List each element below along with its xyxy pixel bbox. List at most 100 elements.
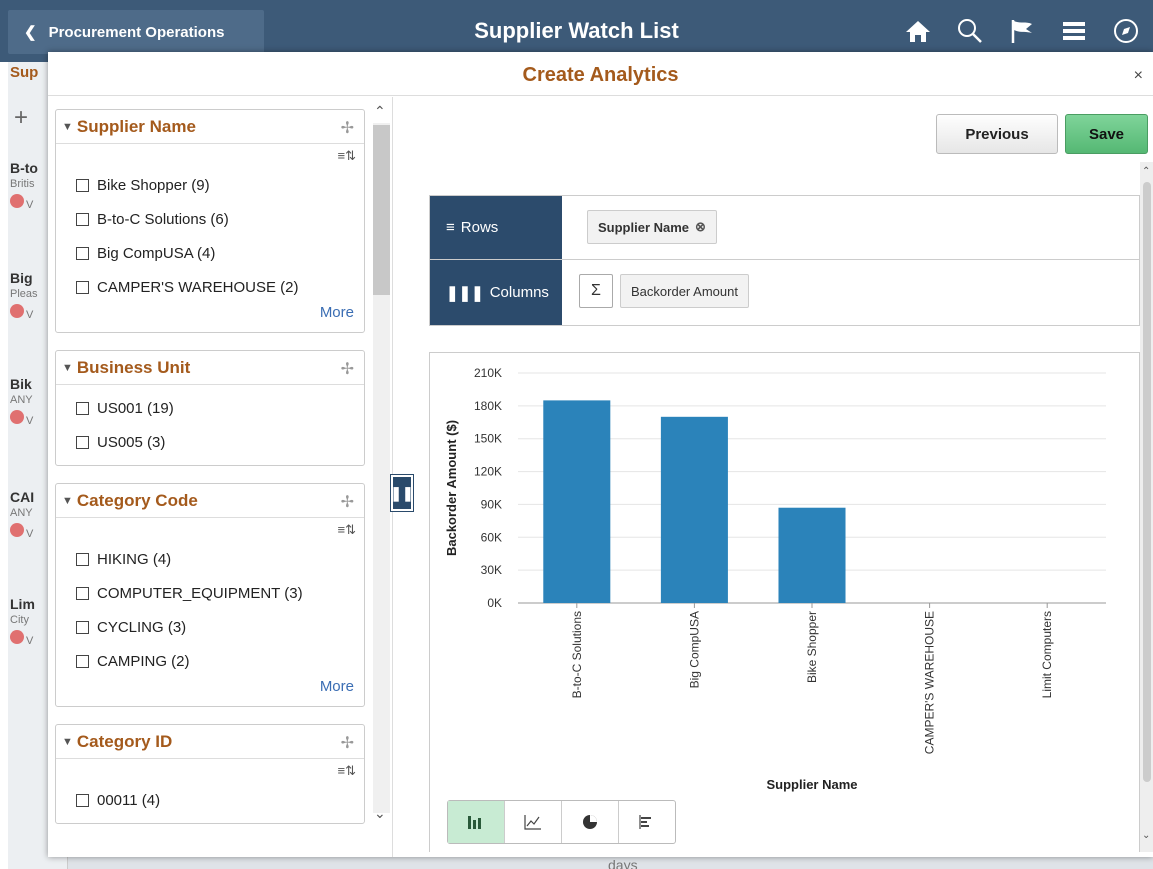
chevron-left-icon: ❮ <box>24 24 37 41</box>
background-text: days <box>608 857 638 869</box>
add-icon[interactable]: + <box>14 104 28 132</box>
facet-option[interactable]: 00011 (4) <box>76 783 354 817</box>
list-item[interactable]: Bik ANY V <box>10 376 33 427</box>
checkbox[interactable] <box>76 654 89 668</box>
move-icon[interactable]: ✢ <box>341 118 354 138</box>
checkbox[interactable] <box>76 401 89 415</box>
facet-scrollbar[interactable]: ⌃ ⌄ <box>368 97 390 857</box>
scroll-thumb[interactable] <box>373 125 390 295</box>
scroll-up-icon[interactable]: ⌃ <box>1142 166 1150 177</box>
checkbox[interactable] <box>76 620 89 634</box>
pivot-layout: ≡ Rows Supplier Name ⊗ ❚❚❚ Columns Σ Backo… <box>429 195 1140 326</box>
menu-icon[interactable] <box>1057 14 1091 48</box>
x-tick-label: Limit Computers <box>1040 611 1054 698</box>
background-tab: Sup <box>10 64 39 81</box>
facet-header[interactable]: ▼ Supplier Name ✢ <box>56 110 364 144</box>
y-tick-label: 210K <box>474 366 502 380</box>
list-item[interactable]: B-to Britis V <box>10 160 38 211</box>
facet-category-id: ▼ Category ID ✢ ≡⇅ 00011 (4) <box>55 724 365 824</box>
more-link[interactable]: More <box>76 304 354 326</box>
facet-header[interactable]: ▼ Category ID ✢ <box>56 725 364 759</box>
scroll-down-icon[interactable]: ⌄ <box>374 805 386 822</box>
x-tick-label: Big CompUSA <box>687 611 701 688</box>
line-chart-icon[interactable] <box>505 801 562 843</box>
bar <box>660 416 728 603</box>
rows-icon: ≡ <box>446 219 455 236</box>
sort-icon[interactable]: ≡⇅ <box>76 522 356 542</box>
close-icon[interactable]: × <box>1134 67 1143 85</box>
list-item[interactable]: CAI ANY V <box>10 489 34 540</box>
list-item[interactable]: Big Pleas V <box>10 270 38 321</box>
warning-icon <box>10 410 24 424</box>
more-link[interactable]: More <box>76 678 354 700</box>
compass-icon[interactable] <box>1109 14 1143 48</box>
home-icon[interactable] <box>901 14 935 48</box>
sigma-button[interactable]: Σ <box>579 274 613 308</box>
collapse-triangle-icon[interactable]: ▼ <box>62 121 73 133</box>
pie-chart-icon[interactable] <box>562 801 619 843</box>
sort-icon[interactable]: ≡⇅ <box>76 763 356 783</box>
checkbox[interactable] <box>76 246 89 260</box>
facet-option[interactable]: B-to-C Solutions (6) <box>76 202 354 236</box>
rows-label: ≡ Rows <box>430 196 562 259</box>
back-label: Procurement Operations <box>48 23 225 41</box>
checkbox[interactable] <box>76 552 89 566</box>
chart-area: 0K 30K 60K 90K 120K 150K 180K 210K B-to-C Soluti… <box>429 352 1140 852</box>
move-icon[interactable]: ✢ <box>341 492 354 512</box>
warning-icon <box>10 630 24 644</box>
x-tick-label: Bike Shopper <box>805 611 819 683</box>
chart-type-toolbar <box>447 800 676 844</box>
facet-option[interactable]: COMPUTER_EQUIPMENT (3) <box>76 576 354 610</box>
collapse-triangle-icon[interactable]: ▼ <box>62 362 73 374</box>
remove-icon[interactable]: ⊗ <box>695 219 706 235</box>
facet-supplier-name: ▼ Supplier Name ✢ ≡⇅ Bike Shopper (9) B-… <box>55 109 365 333</box>
collapse-triangle-icon[interactable]: ▼ <box>62 736 73 748</box>
bar-chart-icon[interactable] <box>448 801 505 843</box>
move-icon[interactable]: ✢ <box>341 359 354 379</box>
facet-panel: ▼ Supplier Name ✢ ≡⇅ Bike Shopper (9) B-… <box>48 97 393 857</box>
columns-icon: ❚❚❚ <box>446 284 484 302</box>
facet-option[interactable]: HIKING (4) <box>76 542 354 576</box>
panel-toggle-handle[interactable]: ❚❚ <box>390 474 414 512</box>
collapse-triangle-icon[interactable]: ▼ <box>62 495 73 507</box>
facet-option[interactable]: CAMPER'S WAREHOUSE (2) <box>76 270 354 304</box>
list-item[interactable]: Lim City V <box>10 596 35 647</box>
checkbox[interactable] <box>76 586 89 600</box>
back-button[interactable]: ❮ Procurement Operations <box>8 10 264 54</box>
checkbox[interactable] <box>76 212 89 226</box>
horizontal-bar-icon[interactable] <box>619 801 675 843</box>
facet-option[interactable]: Bike Shopper (9) <box>76 168 354 202</box>
scroll-thumb[interactable] <box>1143 182 1151 782</box>
checkbox[interactable] <box>76 178 89 192</box>
scroll-down-icon[interactable]: ⌄ <box>1142 830 1150 841</box>
facet-header[interactable]: ▼ Category Code ✢ <box>56 484 364 518</box>
facet-option[interactable]: CYCLING (3) <box>76 610 354 644</box>
rows-row: ≡ Rows Supplier Name ⊗ <box>430 196 1139 260</box>
sort-icon[interactable]: ≡⇅ <box>76 148 356 168</box>
facet-option[interactable]: Big CompUSA (4) <box>76 236 354 270</box>
columns-field-chip[interactable]: Backorder Amount <box>620 274 749 308</box>
warning-icon <box>10 194 24 208</box>
search-icon[interactable] <box>953 14 987 48</box>
facet-option[interactable]: US001 (19) <box>76 391 354 425</box>
checkbox[interactable] <box>76 280 89 294</box>
facet-option[interactable]: CAMPING (2) <box>76 644 354 678</box>
modal-header: Create Analytics × <box>48 52 1153 96</box>
scroll-up-icon[interactable]: ⌃ <box>374 103 386 120</box>
checkbox[interactable] <box>76 793 89 807</box>
y-tick-label: 120K <box>474 465 502 479</box>
content-scrollbar[interactable]: ⌃ ⌄ <box>1140 162 1153 852</box>
bar <box>778 507 846 603</box>
rows-field-chip[interactable]: Supplier Name ⊗ <box>587 210 717 244</box>
columns-row: ❚❚❚ Columns Σ Backorder Amount <box>430 260 1139 325</box>
move-icon[interactable]: ✢ <box>341 733 354 753</box>
facet-option[interactable]: US005 (3) <box>76 425 354 459</box>
flag-icon[interactable] <box>1005 14 1039 48</box>
y-axis-label: Backorder Amount ($) <box>444 420 459 556</box>
save-button[interactable]: Save <box>1065 114 1148 154</box>
checkbox[interactable] <box>76 435 89 449</box>
bar-chart: 0K 30K 60K 90K 120K 150K 180K 210K B-to-C Soluti… <box>444 366 1106 792</box>
previous-button[interactable]: Previous <box>936 114 1058 154</box>
facet-header[interactable]: ▼ Business Unit ✢ <box>56 351 364 385</box>
y-tick-label: 180K <box>474 399 502 413</box>
